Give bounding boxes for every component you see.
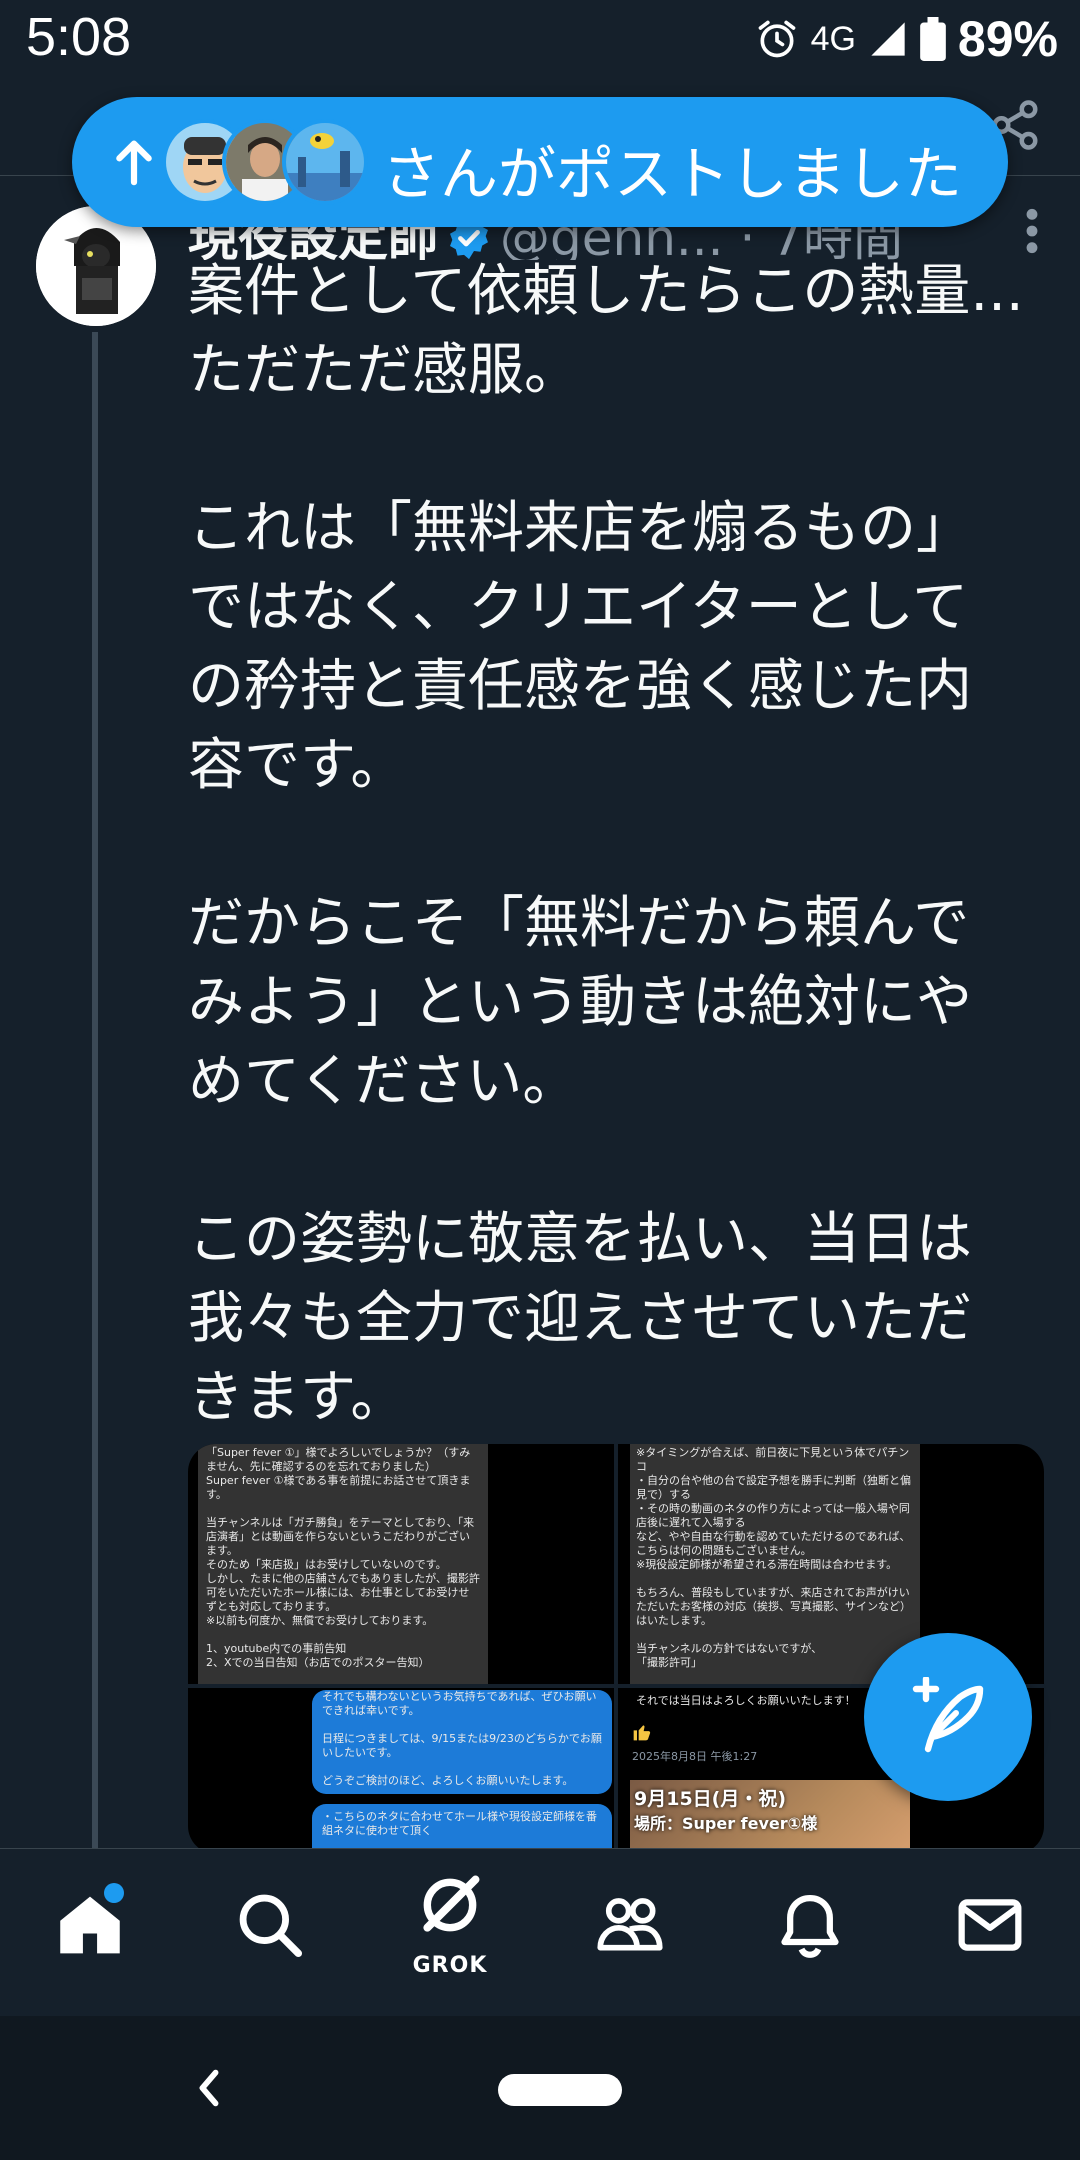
home-gesture-pill[interactable] <box>498 2074 622 2106</box>
new-posts-text: さんがポストしました <box>382 140 963 208</box>
status-time: 5:08 <box>26 7 132 67</box>
grok-icon <box>423 1875 480 1932</box>
arrow-up-icon <box>116 140 152 186</box>
status-icons: 4G 89% <box>755 6 1058 72</box>
network-type: 4G <box>810 19 856 58</box>
poster-title: 9月15日(月・祝) <box>634 1788 787 1810</box>
media-image-4-time: 2025年8月8日 午後1:27 <box>632 1750 758 1763</box>
search-icon <box>239 1894 303 1958</box>
mail-icon <box>958 1899 1022 1951</box>
thumbs-up-icon <box>633 1725 651 1741</box>
status-bar: 5:08 4G 89% <box>0 0 1080 80</box>
poster-subtitle: 場所：Super fever①様 <box>634 1814 818 1833</box>
nav-search[interactable] <box>180 1849 360 2017</box>
media-image-1-text: 「Super fever ①」様でよろしいでしょうか？（すみません、先に確認する… <box>206 1446 480 1669</box>
nav-communities[interactable] <box>540 1849 720 2017</box>
media-image-3-text-a: それでも構わないというお気持ちであれば、ぜひお願いできれば幸いです。 日程につき… <box>322 1690 602 1787</box>
battery-icon <box>920 17 946 61</box>
nav-messages[interactable] <box>900 1849 1080 2017</box>
media-image-3-text-b: ・こちらのネタに合わせてホール様や現役設定師様を番組ネタに使わせて頂く <box>322 1810 597 1837</box>
compose-feather-icon <box>912 1677 984 1753</box>
system-nav-bar <box>0 2016 1080 2160</box>
notification-dot <box>104 1883 124 1903</box>
compose-post-button[interactable] <box>864 1633 1032 1801</box>
media-image-1[interactable]: 「Super fever ①」様でよろしいでしょうか？（すみません、先に確認する… <box>188 1444 614 1684</box>
media-image-2-text: ※タイミングが合えば、前日夜に下見という体でパチンコ ・自分の台や他の台で設定予… <box>636 1446 911 1669</box>
bottom-nav: GROK <box>0 1848 1080 2016</box>
more-options-icon[interactable] <box>1024 206 1040 256</box>
tweet-text: 案件として依頼したらこの熱量... ただただ感服。 これは「無料来店を煽るもの」… <box>188 259 1024 1430</box>
alarm-icon <box>758 20 795 58</box>
people-icon <box>597 1898 663 1951</box>
tweet[interactable]: 現役設定師 @genn... · 7時間 案件として依頼したらこの熱量... た… <box>0 176 1080 1848</box>
nav-notifications[interactable] <box>720 1849 900 2017</box>
nav-grok[interactable]: GROK <box>360 1849 540 2017</box>
nav-home[interactable] <box>0 1849 180 2017</box>
pill-avatar-3 <box>282 119 368 205</box>
thread-line <box>92 332 98 1848</box>
battery-percent: 89% <box>957 11 1058 67</box>
new-posts-pill[interactable]: さんがポストしました <box>72 97 1008 227</box>
media-image-3[interactable]: それでも構わないというお気持ちであれば、ぜひお願いできれば幸いです。 日程につき… <box>188 1688 614 1848</box>
signal-icon <box>871 22 905 56</box>
bell-icon <box>781 1894 839 1958</box>
grok-label: GROK <box>412 1953 488 1978</box>
back-chevron-icon[interactable] <box>194 2066 224 2110</box>
